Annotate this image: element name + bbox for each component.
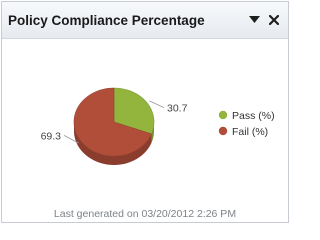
value-label-pass: 30.7 [167,103,188,115]
legend-label-pass: Pass (%) [232,110,275,122]
value-label-fail: 69.3 [41,130,62,142]
close-icon [269,15,279,25]
legend-label-fail: Fail (%) [232,126,268,138]
pie-chart: 30.7 69.3 Pass (%) Fail (%) [41,87,275,165]
policy-compliance-widget: Policy Compliance Percentage 30.7 69.3 Pa… [1,1,289,223]
widget-header: Policy Compliance Percentage [2,2,288,39]
legend: Pass (%) Fail (%) [218,110,275,138]
collapse-button[interactable] [245,10,263,30]
widget-title: Policy Compliance Percentage [8,12,205,28]
close-button[interactable] [265,10,283,30]
legend-swatch-fail [218,126,228,136]
pie-group [73,87,155,165]
widget-body: 30.7 69.3 Pass (%) Fail (%) Last generate… [2,39,288,222]
last-generated-text: Last generated on 03/20/2012 2:26 PM [53,208,237,220]
leader-line-pass [149,100,165,108]
chevron-down-icon [248,16,260,23]
legend-swatch-pass [218,110,228,120]
